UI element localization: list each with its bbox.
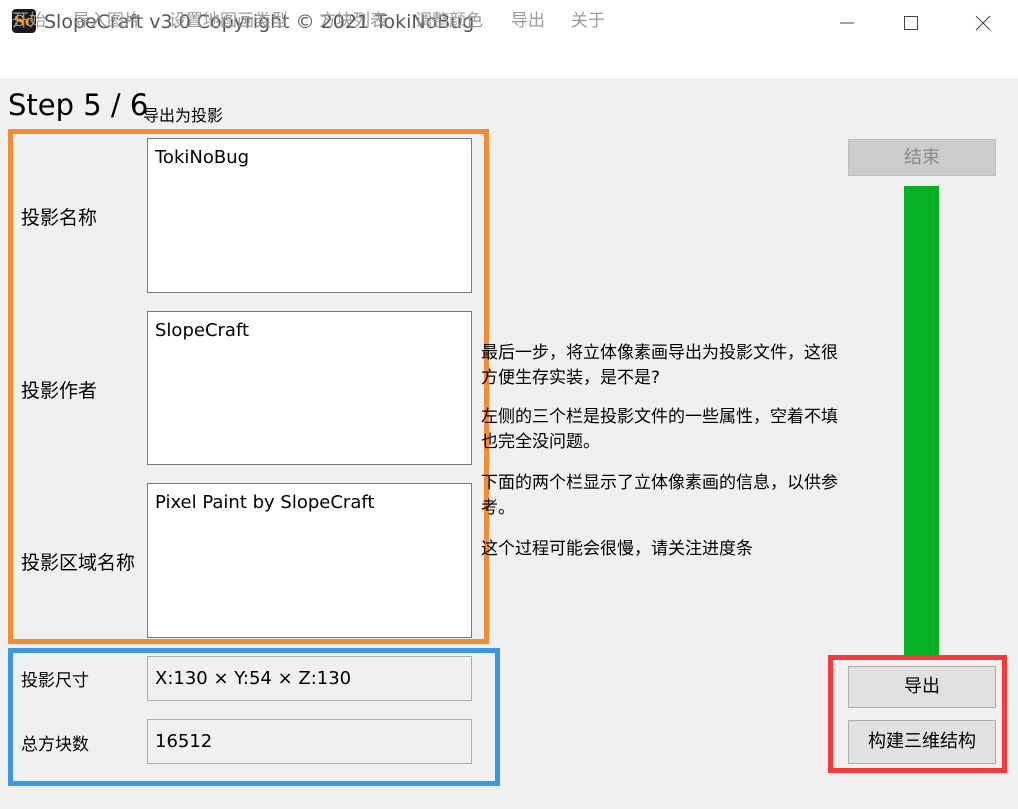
progress-bar-fill — [904, 186, 939, 656]
build-3d-structure-button[interactable]: 构建三维结构 — [848, 720, 996, 764]
menu-block-list[interactable]: 方块列表 — [319, 6, 387, 31]
menu-adjust-color[interactable]: 调整颜色 — [415, 6, 483, 31]
export-button[interactable]: 导出 — [848, 666, 996, 708]
step-title: Step 5 / 6 — [8, 88, 149, 122]
minimize-icon — [840, 22, 854, 23]
minimize-button[interactable] — [816, 0, 878, 45]
menu-map-type[interactable]: 设置地图画类型 — [169, 6, 288, 31]
description-line: 左侧的三个栏是投影文件的一些属性，空着不填也完全没问题。 — [481, 407, 838, 452]
maximize-icon — [904, 15, 918, 30]
description-line: 下面的两个栏显示了立体像素画的信息，以供参考。 — [481, 473, 838, 518]
close-button[interactable] — [952, 0, 1014, 45]
menu-import-image[interactable]: 导入图片 — [73, 6, 141, 31]
menu-export[interactable]: 导出 — [511, 6, 545, 31]
menu-bar — [0, 45, 1018, 78]
fields-highlight-frame — [8, 129, 489, 644]
close-icon — [975, 15, 991, 30]
menu-start[interactable]: 开始 — [12, 6, 46, 31]
finish-button[interactable]: 结束 — [848, 139, 996, 176]
menu-about[interactable]: 关于 — [571, 6, 605, 31]
info-highlight-frame — [8, 648, 500, 786]
description-line: 这个过程可能会很慢，请关注进度条 — [481, 539, 753, 559]
description-line: 最后一步，将立体像素画导出为投影文件，这很方便生存实装，是不是? — [481, 343, 838, 388]
step-subtitle: 导出为投影 — [143, 106, 224, 125]
maximize-button[interactable] — [880, 0, 942, 45]
